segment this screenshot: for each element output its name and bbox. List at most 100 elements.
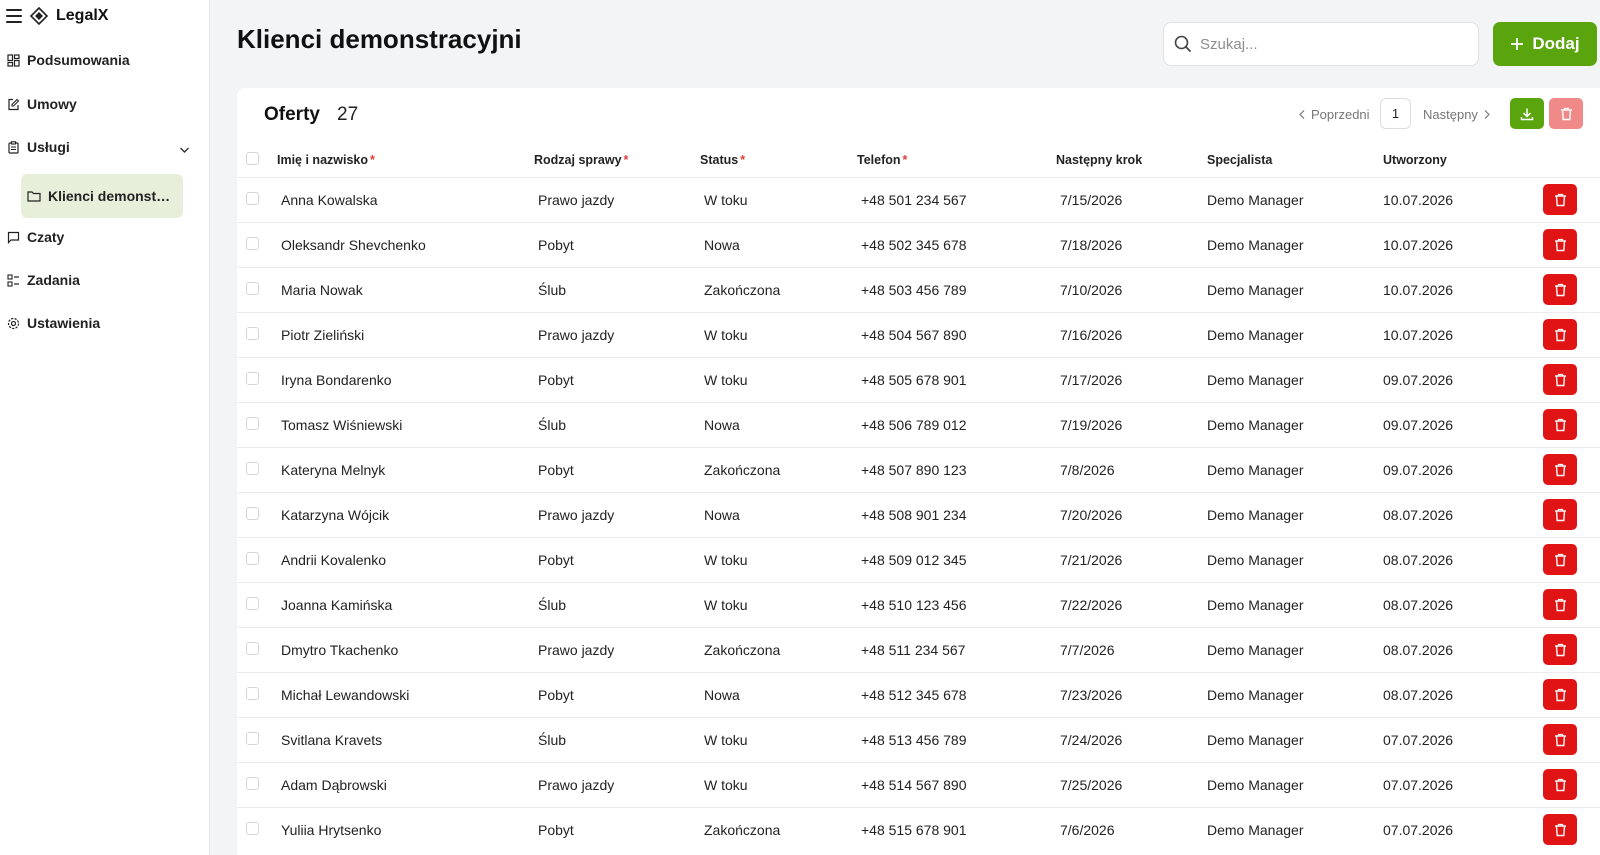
trash-icon (1554, 508, 1567, 522)
row-checkbox[interactable] (246, 416, 259, 430)
sidebar-item-zadania[interactable]: Zadania (6, 266, 202, 294)
cell-case-type: Prawo jazdy (534, 491, 700, 537)
cell-phone: +48 503 456 789 (857, 266, 1056, 312)
cell-case-type: Pobyt (534, 671, 700, 717)
col-header-next-step[interactable]: Następny krok (1056, 143, 1207, 177)
table-row[interactable]: Iryna Bondarenko Pobyt W toku +48 505 678 9… (237, 356, 1600, 402)
row-actions-cell (1543, 671, 1600, 717)
row-delete-button[interactable] (1543, 544, 1577, 575)
cell-phone: +48 504 567 890 (857, 311, 1056, 357)
search-input[interactable] (1200, 35, 1460, 53)
row-delete-button[interactable] (1543, 814, 1577, 846)
col-header-phone[interactable]: Telefon * (857, 143, 1056, 177)
row-select-cell (237, 176, 277, 222)
app-name: LegalX (56, 7, 109, 24)
chevron-down-icon[interactable] (179, 141, 190, 157)
sidebar-item-umowy[interactable]: Umowy (6, 90, 202, 118)
sidebar-item-czaty[interactable]: Czaty (6, 223, 202, 251)
trash-icon (1554, 733, 1567, 747)
col-header-specialist[interactable]: Specjalista (1207, 143, 1383, 177)
row-checkbox[interactable] (246, 191, 259, 205)
row-checkbox[interactable] (246, 776, 259, 790)
cell-name: Tomasz Wiśniewski (277, 401, 534, 447)
card-title: Oferty (264, 104, 320, 125)
row-delete-button[interactable] (1543, 274, 1577, 305)
row-select-cell (237, 356, 277, 402)
menu-toggle-icon[interactable] (6, 9, 22, 23)
cell-next-step: 7/10/2026 (1056, 266, 1207, 312)
row-delete-button[interactable] (1543, 724, 1577, 755)
row-delete-button[interactable] (1543, 499, 1577, 530)
next-page-button[interactable]: Następny (1423, 98, 1491, 130)
table-row[interactable]: Dmytro Tkachenko Prawo jazdy Zakończona +48… (237, 626, 1600, 672)
sidebar-item-ustawienia[interactable]: Ustawienia (6, 309, 202, 337)
row-checkbox[interactable] (246, 551, 259, 565)
row-delete-button[interactable] (1543, 229, 1577, 260)
cell-specialist: Demo Manager (1207, 266, 1383, 312)
row-checkbox[interactable] (246, 506, 259, 520)
row-actions-cell (1543, 806, 1600, 852)
table-row[interactable]: Maria Nowak Ślub Zakończona +48 503 456 789… (237, 266, 1600, 312)
cell-specialist: Demo Manager (1207, 221, 1383, 267)
delete-selected-button[interactable] (1549, 98, 1583, 129)
row-checkbox[interactable] (246, 371, 259, 385)
cell-next-step: 7/20/2026 (1056, 491, 1207, 537)
table-row[interactable]: Yuliia Hrytsenko Pobyt Zakończona +48 515 6… (237, 806, 1600, 852)
cell-name: Michał Lewandowski (277, 671, 534, 717)
table-row[interactable]: Kateryna Melnyk Pobyt Zakończona +48 507 89… (237, 446, 1600, 492)
col-header-case-type[interactable]: Rodzaj sprawy * (534, 143, 700, 177)
table-row[interactable]: Oleksandr Shevchenko Pobyt Nowa +48 502 345… (237, 221, 1600, 267)
search-box[interactable] (1163, 22, 1479, 66)
row-checkbox[interactable] (246, 281, 259, 295)
select-all-checkbox[interactable] (246, 151, 259, 165)
cell-created: 08.07.2026 (1383, 491, 1543, 537)
row-delete-button[interactable] (1543, 679, 1577, 710)
table-row[interactable]: Andrii Kovalenko Pobyt W toku +48 509 012 3… (237, 536, 1600, 582)
trash-icon (1554, 598, 1567, 612)
table-row[interactable]: Michał Lewandowski Pobyt Nowa +48 512 345 6… (237, 671, 1600, 717)
table-row[interactable]: Tomasz Wiśniewski Ślub Nowa +48 506 789 012… (237, 401, 1600, 447)
row-delete-button[interactable] (1543, 409, 1577, 440)
table-row[interactable]: Piotr Zieliński Prawo jazdy W toku +48 504 … (237, 311, 1600, 357)
row-delete-button[interactable] (1543, 589, 1577, 620)
sidebar-item-uslugi[interactable]: Usługi (6, 133, 202, 161)
row-checkbox[interactable] (246, 731, 259, 745)
row-checkbox[interactable] (246, 821, 259, 835)
cell-name: Yuliia Hrytsenko (277, 806, 534, 852)
col-header-name[interactable]: Imię i nazwisko * (277, 143, 534, 177)
cell-case-type: Ślub (534, 716, 700, 762)
row-delete-button[interactable] (1543, 634, 1577, 665)
prev-page-button[interactable]: Poprzedni (1298, 98, 1370, 130)
cell-next-step: 7/7/2026 (1056, 626, 1207, 672)
row-checkbox[interactable] (246, 326, 259, 340)
cell-created: 10.07.2026 (1383, 311, 1543, 357)
row-checkbox[interactable] (246, 461, 259, 475)
download-button[interactable] (1510, 98, 1544, 129)
add-button[interactable]: Dodaj (1493, 22, 1597, 66)
row-delete-button[interactable] (1543, 319, 1577, 350)
cell-specialist: Demo Manager (1207, 761, 1383, 807)
trash-icon (1554, 283, 1567, 297)
card-count: 27 (337, 104, 359, 125)
table-row[interactable]: Joanna Kamińska Ślub W toku +48 510 123 456… (237, 581, 1600, 627)
row-checkbox[interactable] (246, 641, 259, 655)
row-checkbox[interactable] (246, 236, 259, 250)
row-delete-button[interactable] (1543, 184, 1577, 215)
current-page[interactable]: 1 (1380, 98, 1411, 129)
cell-phone: +48 511 234 567 (857, 626, 1056, 672)
row-checkbox[interactable] (246, 686, 259, 700)
col-header-status[interactable]: Status * (700, 143, 857, 177)
sidebar-item-podsumowania[interactable]: Podsumowania (6, 46, 202, 74)
col-header-created[interactable]: Utworzony (1383, 143, 1543, 177)
table-row[interactable]: Anna Kowalska Prawo jazdy W toku +48 501 23… (237, 176, 1600, 222)
row-delete-button[interactable] (1543, 454, 1577, 485)
cell-phone: +48 506 789 012 (857, 401, 1056, 447)
table-row[interactable]: Adam Dąbrowski Prawo jazdy W toku +48 514 5… (237, 761, 1600, 807)
row-delete-button[interactable] (1543, 364, 1577, 395)
table-row[interactable]: Svitlana Kravets Ślub W toku +48 513 456 78… (237, 716, 1600, 762)
sidebar-subitem-klienci-demonstracyjni[interactable]: Klienci demonstracyjni (21, 174, 183, 218)
row-checkbox[interactable] (246, 596, 259, 610)
row-delete-button[interactable] (1543, 769, 1577, 800)
table-row[interactable]: Katarzyna Wójcik Prawo jazdy Nowa +48 508 9… (237, 491, 1600, 537)
cell-name: Kateryna Melnyk (277, 446, 534, 492)
